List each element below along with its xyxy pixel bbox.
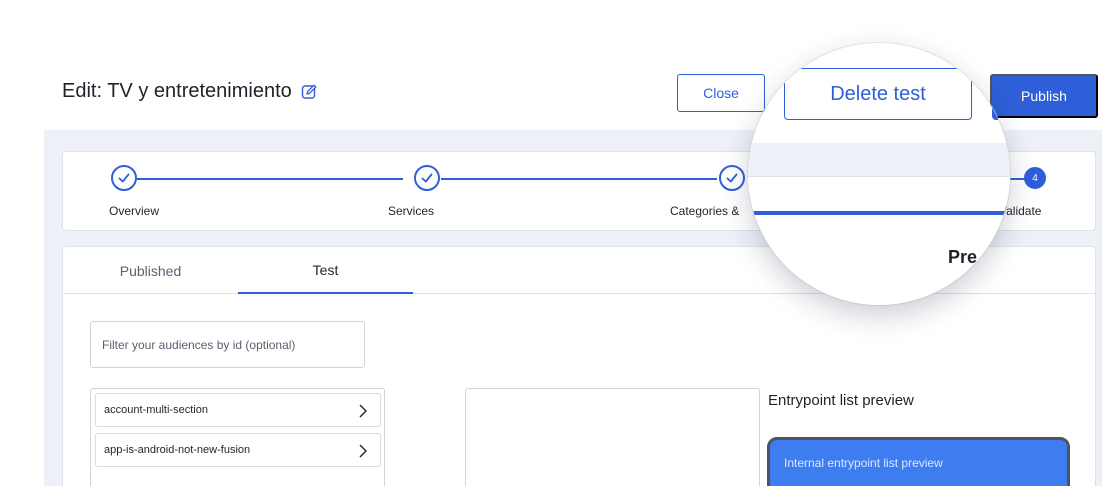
step-label-services: Services (388, 204, 435, 218)
tab-test[interactable]: Test (238, 247, 413, 294)
step-connector (137, 178, 403, 180)
close-button[interactable]: Close (677, 74, 765, 112)
tab-published[interactable]: Published (63, 247, 238, 294)
magnifier-overlay: Pre Delete test (748, 43, 1010, 305)
list-item[interactable]: app-is-android-not-new-fusion (95, 433, 381, 467)
audience-label: app-is-android-not-new-fusion (104, 444, 251, 456)
page-title: Edit: TV y entretenimiento (62, 80, 292, 102)
step-connector (441, 178, 717, 180)
magnified-background (748, 143, 1010, 176)
step-services-check-icon[interactable] (414, 165, 440, 191)
edit-icon[interactable] (300, 82, 320, 102)
chevron-right-icon (358, 403, 368, 422)
audience-list: account-multi-section app-is-android-not… (90, 388, 385, 486)
audience-filter-input[interactable] (90, 321, 365, 368)
audience-label: account-multi-section (104, 404, 208, 416)
entrypoint-card-label: Internal entrypoint list preview (784, 456, 943, 470)
magnified-step-line (748, 211, 1010, 215)
step-label-overview: Overview (109, 204, 160, 218)
step-validate-number[interactable]: 4 (1024, 167, 1046, 189)
step-label-categories: Categories & (670, 204, 740, 218)
chevron-right-icon (358, 443, 368, 462)
preview-box (465, 388, 760, 486)
step-overview-check-icon[interactable] (111, 165, 137, 191)
title-wrap: Edit: TV y entretenimiento (62, 80, 320, 103)
magnified-publish-edge (992, 68, 1010, 120)
list-item[interactable]: account-multi-section (95, 393, 381, 427)
entrypoint-preview-card[interactable]: Internal entrypoint list preview (767, 437, 1070, 486)
delete-test-button[interactable]: Delete test (784, 68, 972, 120)
step-categories-check-icon[interactable] (719, 165, 745, 191)
entrypoint-preview-title: Entrypoint list preview (768, 392, 914, 409)
magnified-stepper (748, 176, 1010, 305)
magnified-preview-text: Pre (948, 247, 978, 267)
